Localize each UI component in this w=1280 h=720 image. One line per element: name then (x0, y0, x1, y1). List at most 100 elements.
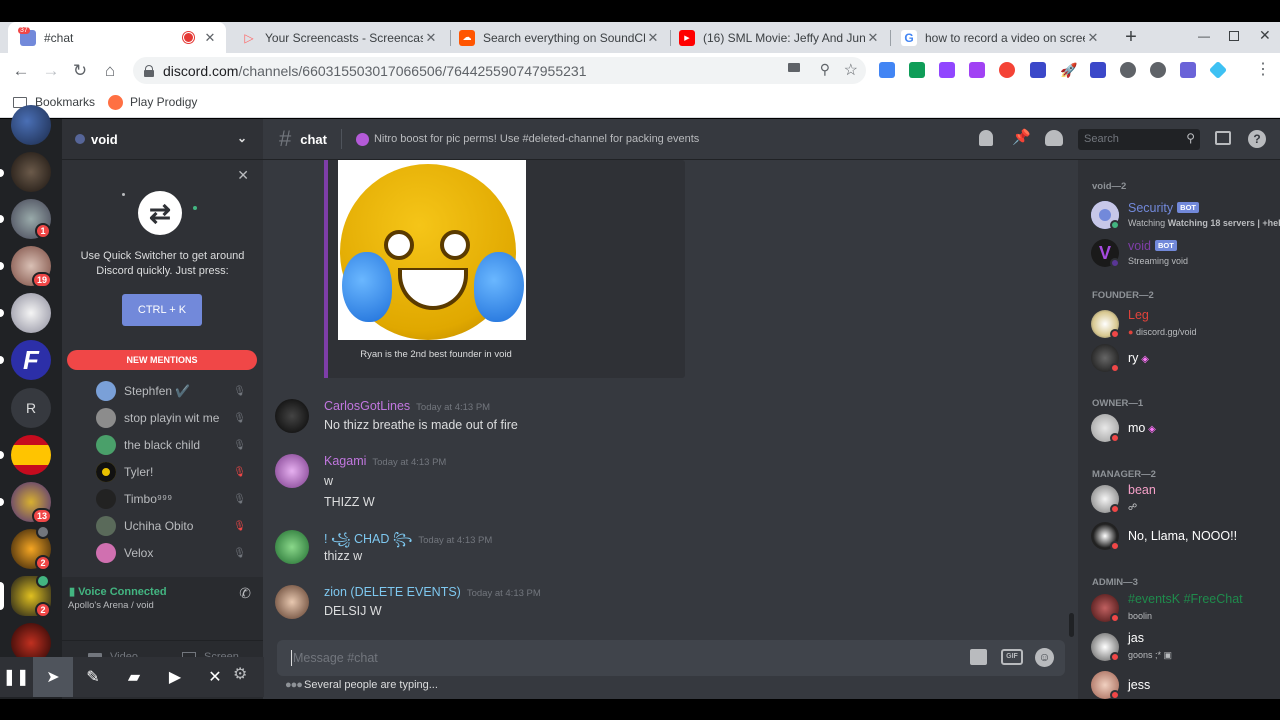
rocket-extension-icon[interactable]: 🚀 (1060, 62, 1077, 78)
member-llama[interactable]: No, Llama, NOOO!! (1091, 522, 1276, 552)
server-header[interactable]: void ⌄ (62, 119, 263, 160)
browser-menu-icon[interactable]: ⋮ (1255, 60, 1271, 80)
avatar[interactable] (275, 530, 309, 564)
c-extension-2-icon[interactable] (1090, 62, 1106, 78)
member-ry[interactable]: ry ◈ (1091, 344, 1276, 374)
shield-extension-icon[interactable] (1120, 62, 1136, 78)
tab-discord-chat[interactable]: 37 #chat ✕ (8, 22, 226, 53)
new-tab-icon[interactable]: + (1121, 27, 1141, 47)
address-bar[interactable]: discord.com/channels/660315503017066506/… (133, 57, 866, 84)
cursor-tool-icon[interactable]: ➤ (33, 657, 73, 697)
crying-laughing-emoji-image[interactable] (338, 160, 526, 340)
close-tab-icon[interactable]: ✕ (1085, 30, 1101, 46)
close-tab-icon[interactable]: ✕ (645, 30, 661, 46)
screencastify-extension-icon[interactable] (999, 62, 1015, 78)
member-jess[interactable]: jess (1091, 671, 1276, 699)
webcam-toggle-icon[interactable]: ▶ (155, 657, 195, 697)
gift-icon[interactable] (970, 649, 987, 665)
pdf-extension-icon[interactable] (1180, 62, 1196, 78)
server-icon[interactable] (11, 105, 51, 145)
new-mentions-button[interactable]: NEW MENTIONS (67, 350, 257, 370)
shield-extension-2-icon[interactable] (1150, 62, 1166, 78)
server-icon-callofduty[interactable] (11, 152, 51, 192)
member-jas[interactable]: jas goons ;* ▣ (1091, 631, 1276, 663)
pen-tool-icon[interactable]: ✎ (73, 657, 113, 697)
search-input[interactable]: Search ⚲ (1078, 129, 1200, 150)
zoom-icon[interactable]: ⚲ (820, 61, 830, 78)
member-status: goons ;* ▣ (1128, 650, 1173, 660)
pause-recording-icon[interactable]: ❚❚ (0, 657, 36, 697)
reload-icon[interactable]: ↻ (67, 53, 93, 88)
server-icon-spain[interactable] (11, 435, 51, 475)
emoji-picker-icon[interactable]: ☺ (1035, 648, 1054, 667)
close-icon[interactable]: ✕ (237, 167, 249, 184)
member-leg[interactable]: Leg ● discord.gg/void (1091, 308, 1276, 340)
chevron-down-icon[interactable]: ⌄ (237, 131, 247, 145)
voice-member[interactable]: Velox 🎙 (96, 541, 256, 565)
embed-caption: Ryan is the 2nd best founder in void (360, 349, 512, 360)
home-icon[interactable]: ⌂ (97, 53, 123, 88)
avatar[interactable] (275, 399, 309, 433)
eraser-tool-icon[interactable]: ▰ (114, 657, 154, 697)
voice-member[interactable]: Stephfen ✔️ 🎙 (96, 379, 256, 403)
channel-topic[interactable]: Nitro boost for pic perms! Use #deleted-… (374, 133, 699, 145)
member-mo[interactable]: mo ◈ (1091, 414, 1276, 444)
minimize-window-icon[interactable]: — (1198, 29, 1210, 43)
camera-permission-icon[interactable] (788, 63, 800, 72)
pinned-messages-icon[interactable]: 📌 (1012, 128, 1031, 146)
author-name[interactable]: ! ꧁ CHAD ꧂ (324, 532, 412, 546)
voice-status-panel: ▮ Voice Connected Apollo's Arena / void … (62, 577, 263, 641)
close-tab-icon[interactable]: ✕ (865, 30, 881, 46)
message-composer[interactable]: Message #chat GIF ☺ (277, 640, 1065, 676)
member-void-bot[interactable]: V void BOT Streaming void (1091, 239, 1276, 269)
disconnect-call-icon[interactable]: ✆ (239, 585, 251, 602)
tab-screencastify[interactable]: ▷ Your Screencasts - Screencastify ✕ (235, 22, 447, 53)
typing-indicator: ●●● Several people are typing... (285, 679, 438, 691)
tab-youtube[interactable]: ▶ (16) SML Movie: Jeffy And Junior ✕ (671, 22, 889, 53)
author-name[interactable]: Kagami (324, 454, 366, 468)
author-name[interactable]: zion (DELETE EVENTS) (324, 585, 461, 599)
author-name[interactable]: CarlosGotLines (324, 399, 410, 413)
server-icon[interactable] (11, 293, 51, 333)
tab-google-search[interactable]: G how to record a video on screen ✕ (891, 22, 1109, 53)
help-icon[interactable]: ? (1248, 130, 1266, 148)
server-icon-r[interactable]: R (11, 388, 51, 428)
member-bean[interactable]: bean ☍ (1091, 483, 1276, 515)
close-window-icon[interactable]: ✕ (1259, 27, 1271, 44)
inbox-icon[interactable] (1215, 131, 1231, 145)
close-toolbar-icon[interactable]: ✕ (195, 657, 235, 697)
member-status: ● discord.gg/void (1128, 327, 1197, 337)
bookmark-star-icon[interactable]: ☆ (844, 60, 858, 80)
message-input-placeholder[interactable]: Message #chat (293, 651, 378, 665)
bookmark-play-prodigy[interactable]: Play Prodigy (108, 88, 197, 116)
back-arrow-icon[interactable]: ← (8, 53, 34, 88)
translate-extension-icon[interactable] (879, 62, 895, 78)
restore-window-icon[interactable] (1229, 31, 1239, 41)
notification-bell-icon[interactable] (979, 130, 993, 146)
screen-letterbox-bottom (0, 699, 1280, 720)
tab-soundcloud[interactable]: ☁ Search everything on SoundCloud ✕ (451, 22, 669, 53)
voice-member[interactable]: Uchiha Obito 🎙 (96, 514, 256, 538)
voice-member[interactable]: Timbo⁹⁹⁹ 🎙 (96, 487, 256, 511)
member-security-bot[interactable]: Security BOT Watching Watching 18 servers… (1091, 201, 1280, 231)
twitch-extension-icon[interactable] (939, 62, 955, 78)
voice-member[interactable]: the black child 🎙 (96, 433, 256, 457)
gif-icon[interactable]: GIF (1001, 649, 1023, 665)
c-extension-icon[interactable] (1030, 62, 1046, 78)
close-tab-icon[interactable]: ✕ (423, 30, 439, 46)
member-freechat[interactable]: #eventsK #FreeChat boolin (1091, 592, 1276, 624)
avatar[interactable] (275, 585, 309, 619)
diamond-extension-icon[interactable] (1208, 60, 1228, 80)
avatar[interactable] (275, 454, 309, 488)
classroom-extension-icon[interactable] (909, 62, 925, 78)
close-tab-icon[interactable]: ✕ (202, 30, 218, 46)
voice-member[interactable]: stop playin wit me 🎙 (96, 406, 256, 430)
server-icon-f[interactable]: F (11, 340, 51, 380)
member-list-icon[interactable] (1045, 130, 1063, 146)
forward-arrow-icon[interactable]: → (38, 53, 64, 88)
chat-scrollbar[interactable] (1069, 613, 1074, 637)
voice-member[interactable]: Tyler! 🎙 (96, 460, 256, 484)
puzzle-extension-icon[interactable] (969, 62, 985, 78)
quick-switcher-shortcut-button[interactable]: CTRL + K (122, 294, 202, 326)
settings-gear-icon[interactable]: ⚙ (233, 664, 247, 684)
